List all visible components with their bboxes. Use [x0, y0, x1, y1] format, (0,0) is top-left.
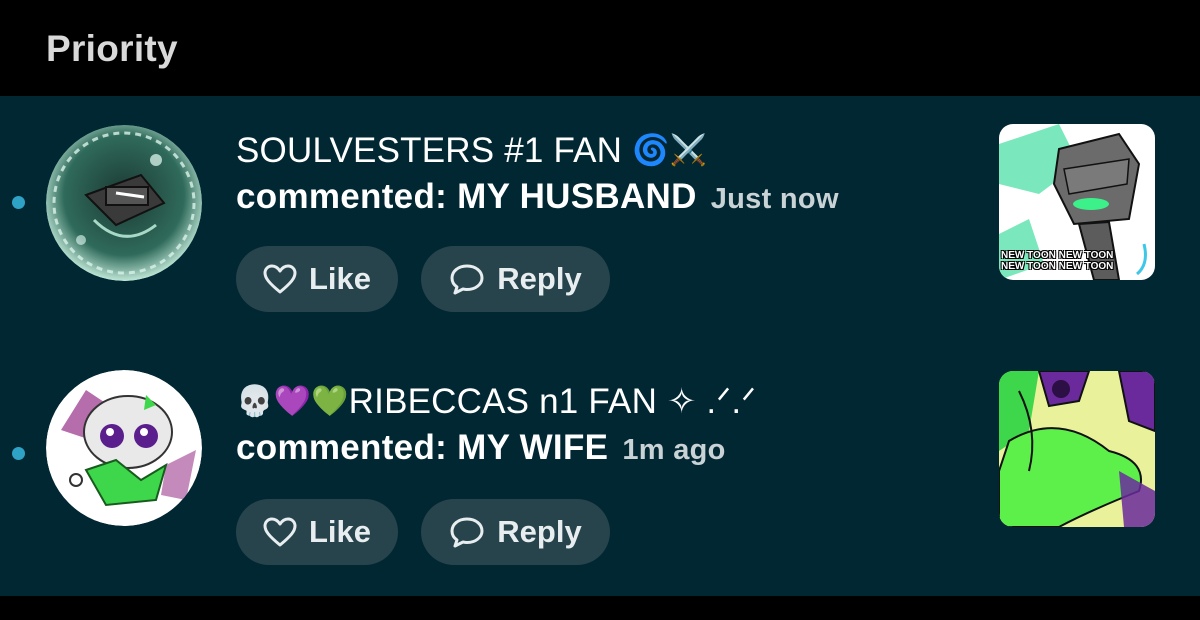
like-button[interactable]: Like [236, 246, 398, 312]
comment-line: commented: MY HUSBAND Just now [236, 174, 956, 222]
comment-line: commented: MY WIFE 1m ago [236, 425, 956, 473]
timestamp: 1m ago [622, 434, 726, 466]
unread-indicator [12, 447, 25, 460]
timestamp: Just now [710, 183, 839, 215]
comment-text: commented: MY HUSBAND [236, 177, 697, 216]
section-title: Priority [46, 28, 178, 69]
heart-icon [263, 517, 297, 547]
thumbnail-caption: NEW TOON NEW TOON NEW TOON NEW TOON [1001, 250, 1114, 272]
avatar[interactable] [46, 125, 202, 281]
reply-label: Reply [497, 514, 582, 549]
like-label: Like [308, 261, 372, 296]
like-label: Like [308, 514, 372, 549]
avatar[interactable] [46, 370, 202, 526]
notification-item[interactable]: SOULVESTERS #1 FAN 🌀⚔️ commented: MY HUS… [0, 96, 1200, 336]
reply-button[interactable]: Reply [421, 246, 610, 312]
username-emoji: 💀💜💚 [236, 385, 349, 418]
reply-button[interactable]: Reply [421, 499, 610, 565]
header: Priority [0, 0, 1200, 96]
unread-indicator [12, 196, 25, 209]
username-emoji: 🌀⚔️ [632, 134, 708, 167]
notification-list: SOULVESTERS #1 FAN 🌀⚔️ commented: MY HUS… [0, 96, 1200, 596]
username[interactable]: SOULVESTERS #1 FAN 🌀⚔️ [236, 128, 956, 174]
post-thumbnail[interactable]: NEW TOON NEW TOON NEW TOON NEW TOON [999, 124, 1155, 280]
heart-icon [263, 264, 297, 294]
speech-bubble-icon [450, 264, 484, 295]
comment-text: commented: MY WIFE [236, 428, 609, 467]
username-text: RIBECCAS n1 FAN ✧ .ᐟ.ᐟ [348, 382, 757, 421]
username-text: SOULVESTERS #1 FAN [236, 131, 623, 170]
notification-item[interactable]: 💀💜💚RIBECCAS n1 FAN ✧ .ᐟ.ᐟ commented: MY … [0, 349, 1200, 589]
reply-label: Reply [497, 261, 582, 296]
speech-bubble-icon [450, 517, 484, 548]
notification-text: 💀💜💚RIBECCAS n1 FAN ✧ .ᐟ.ᐟ commented: MY … [236, 379, 956, 473]
notification-text: SOULVESTERS #1 FAN 🌀⚔️ commented: MY HUS… [236, 128, 956, 222]
bottom-bar [0, 596, 1200, 620]
username[interactable]: 💀💜💚RIBECCAS n1 FAN ✧ .ᐟ.ᐟ [236, 379, 956, 425]
like-button[interactable]: Like [236, 499, 398, 565]
post-thumbnail[interactable] [999, 371, 1155, 527]
